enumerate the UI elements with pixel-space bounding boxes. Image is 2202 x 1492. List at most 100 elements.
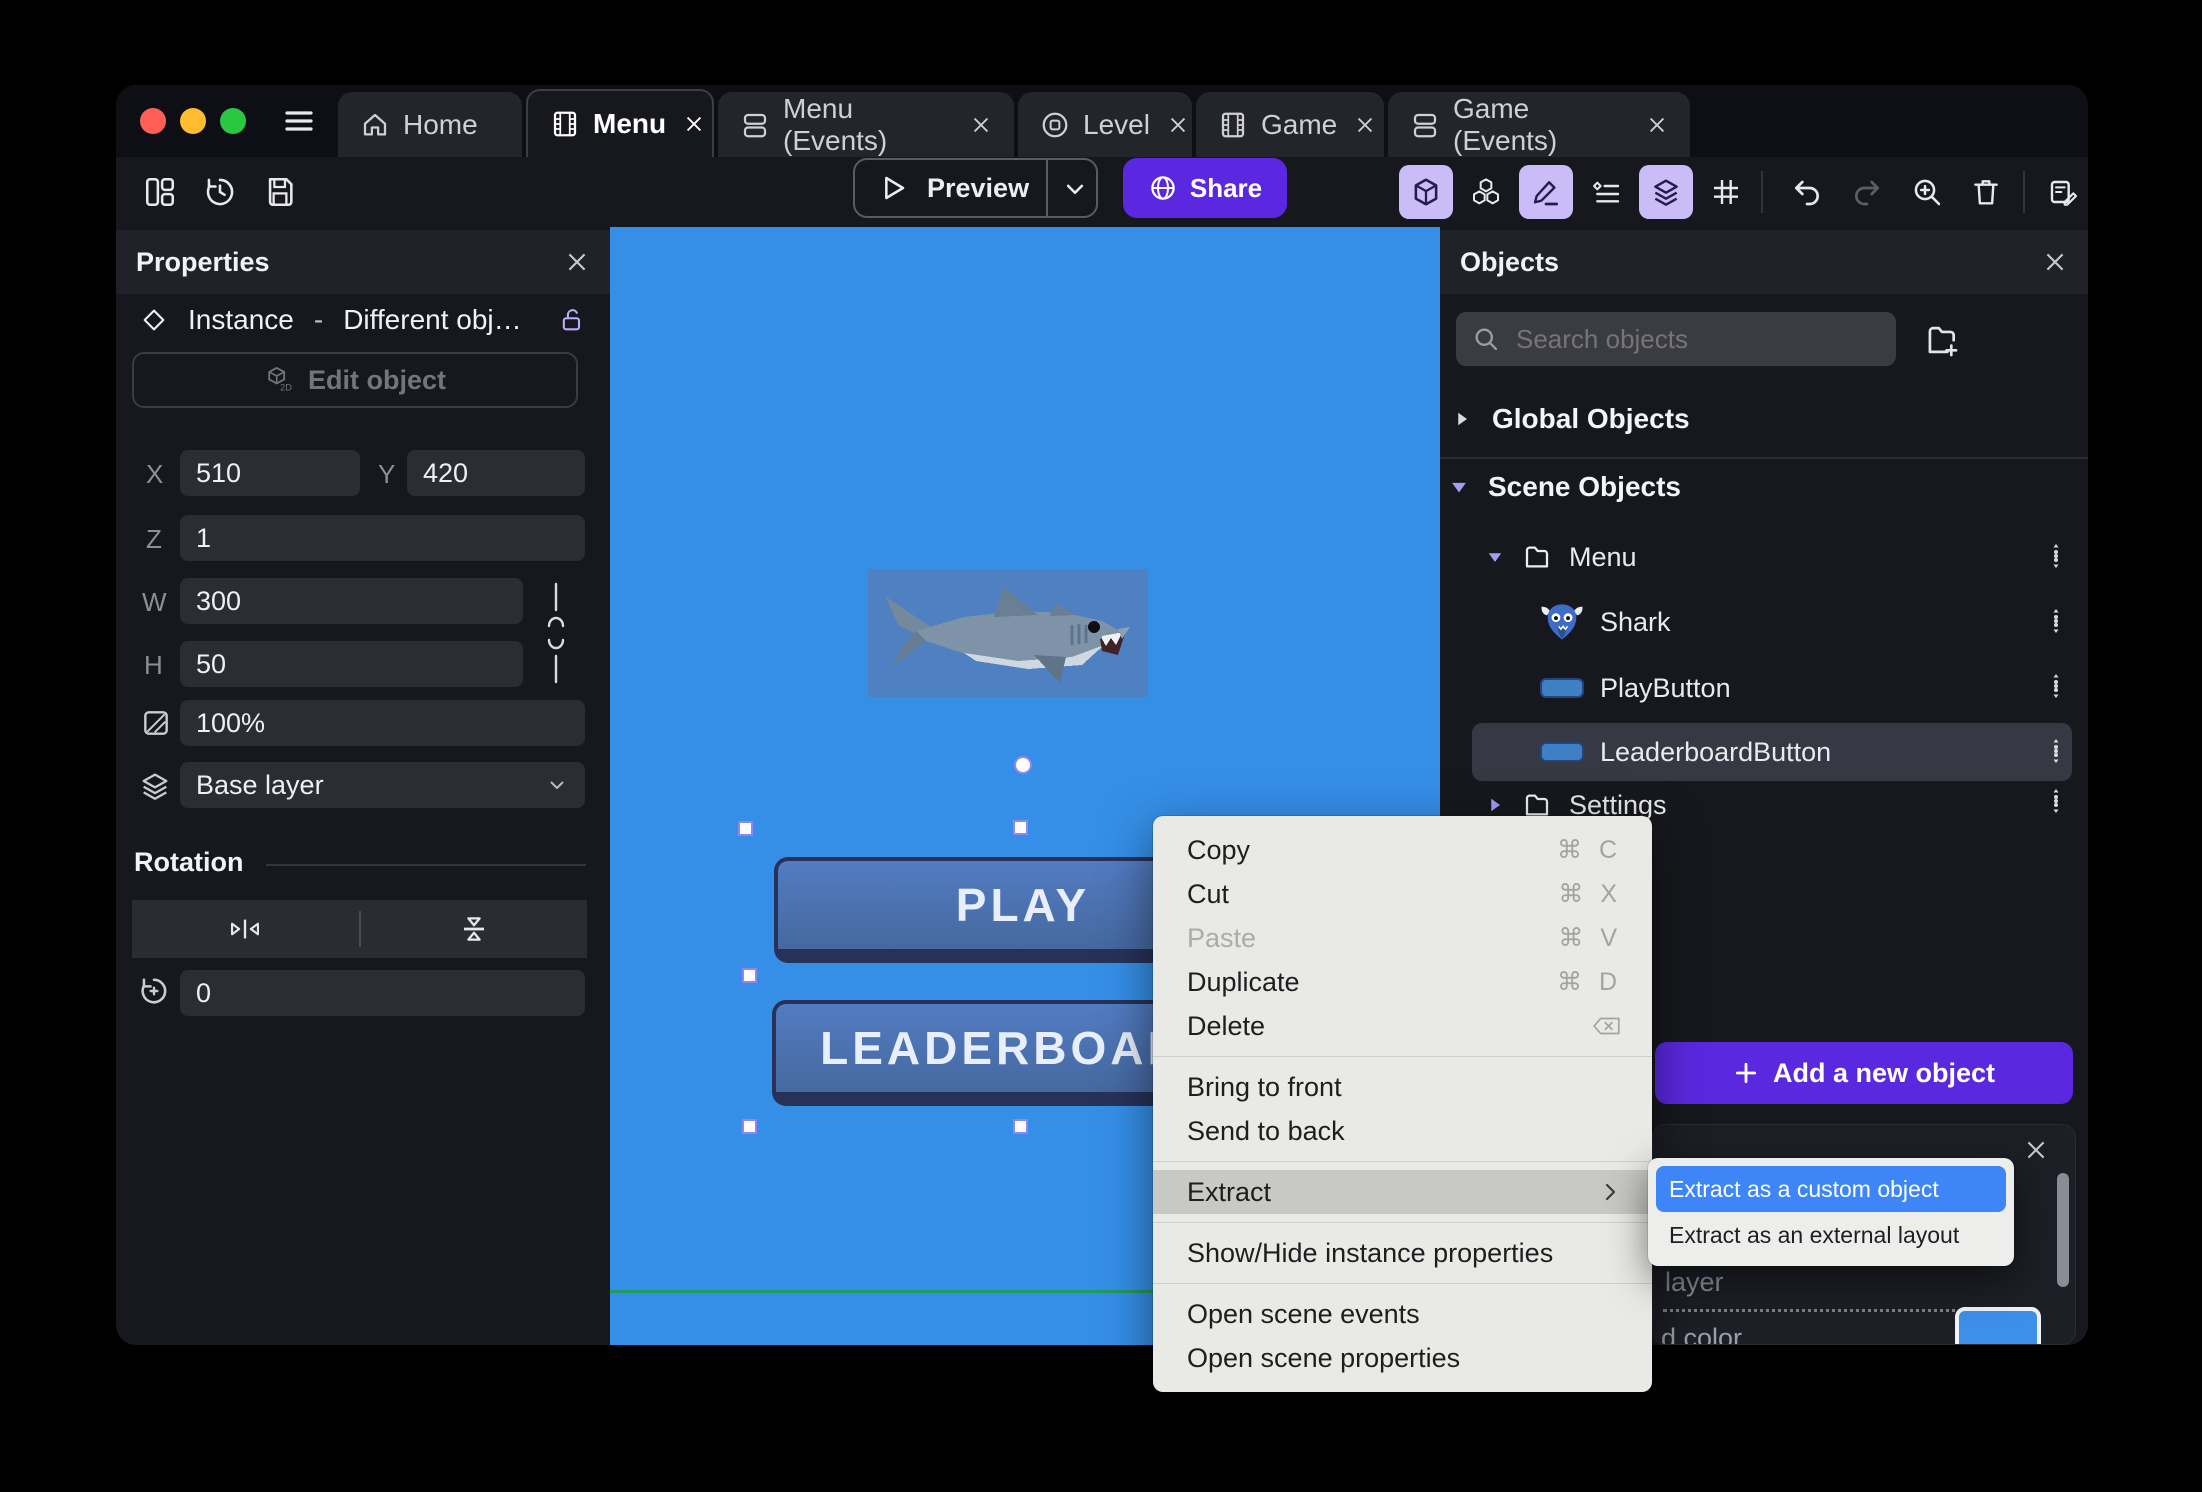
scrollbar-thumb[interactable] xyxy=(2057,1173,2069,1287)
flip-vertical-button[interactable] xyxy=(361,911,588,947)
close-properties-icon[interactable] xyxy=(564,249,590,275)
panels-layout-icon[interactable] xyxy=(133,165,187,219)
layer-select[interactable]: Base layer xyxy=(180,762,585,808)
close-tab-icon[interactable] xyxy=(1354,114,1376,136)
tree-row-shark[interactable]: Shark xyxy=(1540,599,2080,645)
tab-level[interactable]: Level xyxy=(1018,92,1192,157)
tree-row-leaderboardbutton[interactable]: LeaderboardButton xyxy=(1540,729,2080,775)
rotation-divider xyxy=(266,864,586,866)
menu-item-open-scene-properties[interactable]: Open scene properties xyxy=(1153,1336,1652,1380)
search-box[interactable] xyxy=(1456,312,1896,366)
link-width-height-icon[interactable] xyxy=(536,578,576,688)
edit-object-label: Edit object xyxy=(307,364,446,395)
edit-mode-icon[interactable] xyxy=(1519,165,1573,219)
objects-panel-toggle-icon[interactable] xyxy=(1399,165,1453,219)
row-menu-icon[interactable] xyxy=(2052,540,2062,576)
menu-item-duplicate[interactable]: Duplicate ⌘ D xyxy=(1153,960,1652,1004)
unlock-icon[interactable] xyxy=(558,306,586,334)
share-button[interactable]: Share xyxy=(1123,158,1287,218)
w-input[interactable] xyxy=(180,578,523,624)
search-input[interactable] xyxy=(1514,322,1880,356)
trash-icon[interactable] xyxy=(1959,165,2013,219)
x-input[interactable] xyxy=(180,450,360,496)
selection-handle-top-left[interactable] xyxy=(738,821,753,836)
selection-handle-top-center[interactable] xyxy=(1013,820,1028,835)
edit-scene-properties-icon[interactable] xyxy=(2037,165,2091,219)
caret-right-icon xyxy=(1485,795,1505,815)
chevron-down-icon[interactable] xyxy=(1060,174,1090,204)
menu-item-show-hide-instance-properties[interactable]: Show/Hide instance properties xyxy=(1153,1231,1652,1275)
close-tab-icon[interactable] xyxy=(683,113,705,135)
undo-icon[interactable] xyxy=(1780,165,1834,219)
play-icon xyxy=(877,172,909,204)
menu-item-paste[interactable]: Paste ⌘ V xyxy=(1153,916,1652,960)
zoom-window-button[interactable] xyxy=(220,108,246,134)
rotation-input[interactable] xyxy=(180,970,585,1016)
shark-object-icon xyxy=(1540,600,1584,644)
folder-icon xyxy=(1521,541,1553,573)
h-input[interactable] xyxy=(180,641,523,687)
close-tab-icon[interactable] xyxy=(1646,114,1668,136)
row-menu-icon[interactable] xyxy=(2052,670,2062,706)
caret-down-icon xyxy=(1485,547,1505,567)
tab-game-events[interactable]: Game (Events) xyxy=(1388,92,1690,157)
close-tab-icon[interactable] xyxy=(1167,114,1189,136)
close-window-button[interactable] xyxy=(140,108,166,134)
row-menu-icon[interactable] xyxy=(2052,605,2062,641)
close-panel-icon[interactable] xyxy=(2023,1137,2049,1163)
tab-label: Home xyxy=(403,108,478,140)
y-input[interactable] xyxy=(407,450,585,496)
tree-row-menu-folder[interactable]: Menu xyxy=(1485,535,2075,579)
tab-menu[interactable]: Menu xyxy=(526,89,714,157)
preview-button[interactable]: Preview xyxy=(853,158,1098,218)
minimize-window-button[interactable] xyxy=(180,108,206,134)
redo-icon[interactable] xyxy=(1840,165,1894,219)
menu-divider xyxy=(1153,1222,1652,1223)
tab-home[interactable]: Home xyxy=(338,92,522,157)
layers-panel-icon[interactable] xyxy=(1639,165,1693,219)
shark-sprite[interactable] xyxy=(868,569,1148,697)
menu-item-bring-to-front[interactable]: Bring to front xyxy=(1153,1065,1652,1109)
layer-field-fragment: layer xyxy=(1665,1267,1724,1297)
menu-item-cut[interactable]: Cut ⌘ X xyxy=(1153,872,1652,916)
object-groups-icon[interactable] xyxy=(1459,165,1513,219)
scene-objects-section[interactable]: Scene Objects xyxy=(1448,471,1681,503)
properties-title: Properties xyxy=(136,246,270,277)
menu-item-copy[interactable]: Copy ⌘ C xyxy=(1153,828,1652,872)
global-objects-section[interactable]: Global Objects xyxy=(1452,403,1690,435)
tree-label: PlayButton xyxy=(1600,672,1731,703)
selection-handle-bottom-left[interactable] xyxy=(742,1119,757,1134)
submenu-item-extract-external-layout[interactable]: Extract as an external layout xyxy=(1656,1212,2006,1258)
edit-object-button[interactable]: 2D Edit object xyxy=(132,352,578,408)
submenu-item-extract-custom-object[interactable]: Extract as a custom object xyxy=(1656,1166,2006,1212)
rotate-handle[interactable] xyxy=(1014,756,1032,774)
tree-row-playbutton[interactable]: PlayButton xyxy=(1540,665,2080,711)
grid-icon[interactable] xyxy=(1699,165,1753,219)
flip-horizontal-button[interactable] xyxy=(132,914,359,944)
close-tab-icon[interactable] xyxy=(970,114,992,136)
color-swatch[interactable] xyxy=(1955,1307,2041,1344)
menu-item-delete[interactable]: Delete xyxy=(1153,1004,1652,1048)
row-menu-icon[interactable] xyxy=(2052,735,2062,771)
menu-item-open-scene-events[interactable]: Open scene events xyxy=(1153,1292,1652,1336)
tab-menu-events[interactable]: Menu (Events) xyxy=(718,92,1014,157)
selection-handle-bottom-center[interactable] xyxy=(1013,1119,1028,1134)
selection-handle-mid-left[interactable] xyxy=(742,968,757,983)
save-icon[interactable] xyxy=(253,165,307,219)
add-new-object-button[interactable]: Add a new object xyxy=(1655,1042,2073,1104)
z-input[interactable] xyxy=(180,515,585,561)
row-menu-icon[interactable] xyxy=(2052,785,2062,821)
zoom-in-icon[interactable] xyxy=(1900,165,1954,219)
history-icon[interactable] xyxy=(193,165,247,219)
caret-down-icon xyxy=(1448,476,1470,498)
flip-control xyxy=(132,900,587,958)
menu-item-extract[interactable]: Extract xyxy=(1153,1170,1652,1214)
add-folder-icon[interactable] xyxy=(1922,321,1960,359)
hamburger-menu-icon[interactable] xyxy=(282,105,316,137)
opacity-input[interactable] xyxy=(180,700,585,746)
tab-game[interactable]: Game xyxy=(1196,92,1384,157)
menu-item-send-to-back[interactable]: Send to back xyxy=(1153,1109,1652,1153)
close-objects-icon[interactable] xyxy=(2042,249,2068,275)
backspace-icon xyxy=(1592,1015,1622,1037)
instance-properties-icon[interactable] xyxy=(1579,165,1633,219)
